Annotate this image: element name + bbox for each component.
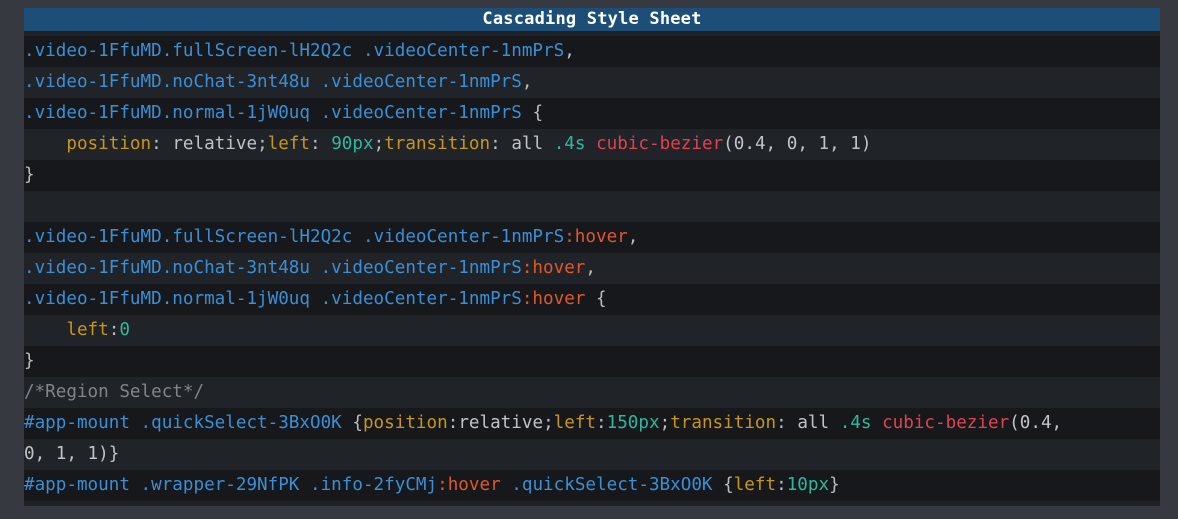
code-token: { bbox=[596, 289, 607, 309]
code-token: : bbox=[776, 475, 787, 495]
code-line: position: relative;left: 90px;transition… bbox=[24, 129, 1160, 160]
code-token: 150px bbox=[606, 413, 660, 433]
code-line: /*Region Select*/ bbox=[24, 377, 1160, 408]
code-token: :hover bbox=[437, 475, 512, 495]
code-line: 0, 1, 1)} bbox=[24, 439, 1160, 470]
code-token: .quickSelect-3BxO0K bbox=[511, 475, 724, 495]
code-block: .video-1FfuMD.fullScreen-lH2Q2c .videoCe… bbox=[24, 36, 1160, 501]
code-token: : bbox=[151, 134, 173, 154]
code-line bbox=[24, 191, 1160, 222]
code-block-title: Cascading Style Sheet bbox=[24, 8, 1160, 31]
code-token: , bbox=[627, 227, 639, 247]
code-token: ; bbox=[257, 134, 268, 154]
code-token: left bbox=[267, 134, 311, 154]
code-token: position bbox=[66, 134, 152, 154]
code-line: .video-1FfuMD.fullScreen-lH2Q2c .videoCe… bbox=[24, 36, 1160, 67]
code-token: ; bbox=[543, 413, 554, 433]
code-token: , bbox=[564, 41, 575, 61]
code-token: :hover bbox=[521, 289, 596, 309]
code-token: position bbox=[362, 413, 448, 433]
code-token: } bbox=[829, 475, 840, 495]
code-token: left bbox=[553, 413, 597, 433]
code-token: 10px bbox=[786, 475, 830, 495]
code-token: .video-1FfuMD.noChat-3nt48u .videoCenter… bbox=[24, 72, 522, 92]
code-line: } bbox=[24, 346, 1160, 377]
code-token: : bbox=[447, 413, 459, 433]
code-token: transition bbox=[384, 134, 491, 154]
code-token: #app-mount .wrapper-29NfPK .info-2fyCMj bbox=[24, 475, 438, 495]
code-line: #app-mount .wrapper-29NfPK .info-2fyCMj:… bbox=[24, 470, 1160, 501]
code-token: ; bbox=[373, 134, 385, 154]
code-token: transition bbox=[670, 413, 777, 433]
code-token: :hover bbox=[564, 227, 628, 247]
code-token: : bbox=[310, 134, 332, 154]
code-line: } bbox=[24, 160, 1160, 191]
code-token: 0 bbox=[119, 320, 130, 340]
code-token: ; bbox=[659, 413, 671, 433]
code-token: : bbox=[490, 134, 512, 154]
code-line: .video-1FfuMD.noChat-3nt48u .videoCenter… bbox=[24, 253, 1160, 284]
code-token: , bbox=[585, 258, 596, 278]
code-token: } bbox=[24, 351, 35, 371]
code-token: relative bbox=[172, 134, 258, 154]
code-token: .video-1FfuMD.fullScreen-lH2Q2c .videoCe… bbox=[24, 227, 565, 247]
code-line: #app-mount .quickSelect-3BxO0K {position… bbox=[24, 408, 1160, 439]
code-line: .video-1FfuMD.normal-1jW0uq .videoCenter… bbox=[24, 98, 1160, 129]
code-token: all bbox=[797, 413, 840, 433]
code-token: relative bbox=[458, 413, 544, 433]
code-token: /*Region Select*/ bbox=[24, 382, 205, 402]
code-token: 90px bbox=[331, 134, 374, 154]
code-token: :hover bbox=[521, 258, 586, 278]
code-token: .4s bbox=[839, 413, 883, 433]
code-token: cubic-bezier bbox=[596, 134, 724, 154]
code-token: .video-1FfuMD.noChat-3nt48u .videoCenter… bbox=[24, 258, 522, 278]
code-token: .video-1FfuMD.normal-1jW0uq .videoCenter… bbox=[24, 289, 522, 309]
code-token: left bbox=[66, 320, 109, 340]
code-token: { bbox=[352, 413, 363, 433]
code-token: } bbox=[24, 165, 35, 185]
code-token: { bbox=[723, 475, 734, 495]
code-line: .video-1FfuMD.normal-1jW0uq .videoCenter… bbox=[24, 284, 1160, 315]
code-token: : bbox=[776, 413, 798, 433]
code-line: .video-1FfuMD.fullScreen-lH2Q2c .videoCe… bbox=[24, 222, 1160, 253]
code-token: (0.4, 0, 1, 1) bbox=[723, 134, 872, 154]
code-token: left bbox=[733, 475, 777, 495]
code-line: .video-1FfuMD.noChat-3nt48u .videoCenter… bbox=[24, 67, 1160, 98]
code-token: .video-1FfuMD.normal-1jW0uq .videoCenter… bbox=[24, 103, 533, 123]
code-panel: Cascading Style Sheet .video-1FfuMD.full… bbox=[24, 8, 1160, 506]
code-token: all bbox=[511, 134, 554, 154]
code-token: (0.4, bbox=[1009, 413, 1063, 433]
code-token: : bbox=[108, 320, 120, 340]
code-token: { bbox=[532, 103, 544, 123]
code-token: .video-1FfuMD.fullScreen-lH2Q2c .videoCe… bbox=[24, 41, 565, 61]
code-token: 0, 1, 1)} bbox=[24, 444, 120, 464]
code-token: cubic-bezier bbox=[882, 413, 1010, 433]
code-token: #app-mount .quickSelect-3BxO0K bbox=[24, 413, 353, 433]
code-token: .4s bbox=[553, 134, 597, 154]
code-token: : bbox=[596, 413, 607, 433]
code-line: left:0 bbox=[24, 315, 1160, 346]
code-token: , bbox=[521, 72, 533, 92]
